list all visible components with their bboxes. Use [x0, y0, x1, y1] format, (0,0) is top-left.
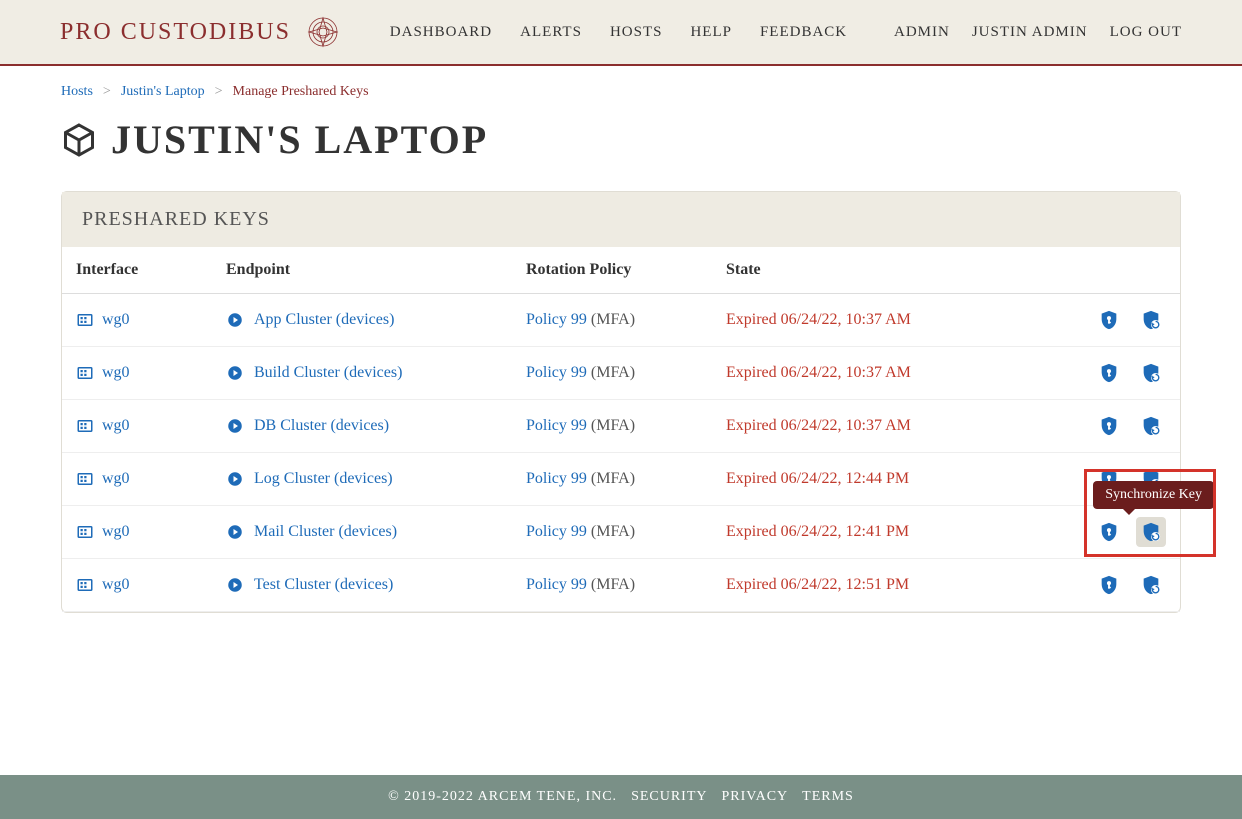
endpoint-link[interactable]: DB Cluster (devices) [254, 417, 389, 435]
endpoint-icon [226, 364, 244, 382]
endpoint-link[interactable]: App Cluster (devices) [254, 311, 394, 329]
policy-link[interactable]: Policy 99 [526, 470, 587, 487]
endpoint-link[interactable]: Build Cluster (devices) [254, 364, 402, 382]
interface-link[interactable]: wg0 [102, 311, 130, 329]
interface-link[interactable]: wg0 [102, 364, 130, 382]
header-bar: PRO CUSTODIBUS DASHBOARD ALERTS HOSTS HE… [0, 0, 1242, 66]
policy-suffix: (MFA) [591, 470, 635, 487]
interface-icon [76, 523, 94, 541]
interface-link[interactable]: wg0 [102, 523, 130, 541]
state-text: Expired 06/24/22, 10:37 AM [726, 364, 911, 381]
table-row: wg0 DB Cluster (devices) Policy 99 (MFA) Ex… [62, 400, 1180, 453]
rotate-key-button[interactable] [1094, 358, 1124, 388]
rotate-key-button[interactable] [1094, 411, 1124, 441]
footer: © 2019-2022 ARCEM TENE, INC. SECURITY PR… [0, 775, 1242, 819]
breadcrumb: Hosts > Justin's Laptop > Manage Preshar… [61, 84, 1181, 100]
state-text: Expired 06/24/22, 12:44 PM [726, 470, 909, 487]
cube-icon [61, 122, 97, 158]
nav-help[interactable]: HELP [690, 24, 732, 41]
state-text: Expired 06/24/22, 12:51 PM [726, 576, 909, 593]
endpoint-icon [226, 576, 244, 594]
endpoint-icon [226, 470, 244, 488]
table-row: wg0 App Cluster (devices) Policy 99 (MFA) E… [62, 294, 1180, 347]
row-actions [1094, 570, 1166, 600]
nav-dashboard[interactable]: DASHBOARD [390, 24, 492, 41]
col-policy: Rotation Policy [512, 247, 712, 294]
nav-logout[interactable]: LOG OUT [1110, 24, 1182, 41]
keys-table: Interface Endpoint Rotation Policy State… [62, 247, 1180, 612]
synchronize-key-button[interactable] [1136, 358, 1166, 388]
row-actions: Synchronize Key [1094, 517, 1166, 547]
nav-user[interactable]: JUSTIN ADMIN [972, 24, 1088, 41]
page-title-text: JUSTIN'S LAPTOP [111, 116, 488, 163]
rotate-key-button[interactable] [1094, 517, 1124, 547]
col-state: State [712, 247, 1080, 294]
brand-text: PRO CUSTODIBUS [60, 19, 291, 46]
user-nav: ADMIN JUSTIN ADMIN LOG OUT [894, 24, 1182, 41]
row-actions [1094, 305, 1166, 335]
policy-link[interactable]: Policy 99 [526, 311, 587, 328]
breadcrumb-sep: > [215, 84, 223, 100]
interface-icon [76, 470, 94, 488]
table-row: wg0 Build Cluster (devices) Policy 99 (MFA… [62, 347, 1180, 400]
nav-feedback[interactable]: FEEDBACK [760, 24, 847, 41]
nav-alerts[interactable]: ALERTS [520, 24, 582, 41]
col-interface: Interface [62, 247, 212, 294]
footer-terms[interactable]: TERMS [802, 789, 854, 805]
endpoint-link[interactable]: Log Cluster (devices) [254, 470, 393, 488]
breadcrumb-current: Manage Preshared Keys [233, 84, 369, 100]
interface-icon [76, 364, 94, 382]
interface-link[interactable]: wg0 [102, 470, 130, 488]
footer-security[interactable]: SECURITY [631, 789, 707, 805]
synchronize-key-button[interactable] [1136, 305, 1166, 335]
rotate-key-button[interactable] [1094, 570, 1124, 600]
table-row: wg0 Log Cluster (devices) Policy 99 (MFA) E… [62, 453, 1180, 506]
nav-hosts[interactable]: HOSTS [610, 24, 663, 41]
policy-suffix: (MFA) [591, 417, 635, 434]
tooltip-synchronize-key: Synchronize Key [1093, 481, 1214, 509]
endpoint-icon [226, 523, 244, 541]
policy-suffix: (MFA) [591, 311, 635, 328]
state-text: Expired 06/24/22, 10:37 AM [726, 417, 911, 434]
interface-icon [76, 311, 94, 329]
interface-link[interactable]: wg0 [102, 417, 130, 435]
state-text: Expired 06/24/22, 10:37 AM [726, 311, 911, 328]
policy-link[interactable]: Policy 99 [526, 523, 587, 540]
preshared-keys-panel: PRESHARED KEYS Interface Endpoint Rotati… [61, 191, 1181, 613]
interface-icon [76, 576, 94, 594]
footer-privacy[interactable]: PRIVACY [722, 789, 789, 805]
synchronize-key-button[interactable] [1136, 411, 1166, 441]
synchronize-key-button[interactable] [1136, 517, 1166, 547]
interface-link[interactable]: wg0 [102, 576, 130, 594]
rotate-key-button[interactable] [1094, 305, 1124, 335]
col-endpoint: Endpoint [212, 247, 512, 294]
table-row: wg0 Test Cluster (devices) Policy 99 (MFA)… [62, 559, 1180, 612]
synchronize-key-button[interactable] [1136, 570, 1166, 600]
breadcrumb-hosts[interactable]: Hosts [61, 84, 93, 100]
brand[interactable]: PRO CUSTODIBUS [60, 12, 343, 52]
brand-icon [303, 12, 343, 52]
breadcrumb-laptop[interactable]: Justin's Laptop [121, 84, 205, 100]
policy-suffix: (MFA) [591, 523, 635, 540]
nav-admin[interactable]: ADMIN [894, 24, 950, 41]
interface-icon [76, 417, 94, 435]
panel-title: PRESHARED KEYS [62, 192, 1180, 247]
policy-link[interactable]: Policy 99 [526, 576, 587, 593]
main-nav: DASHBOARD ALERTS HOSTS HELP FEEDBACK [390, 24, 847, 41]
endpoint-link[interactable]: Test Cluster (devices) [254, 576, 393, 594]
page-title: JUSTIN'S LAPTOP [61, 116, 1181, 163]
policy-link[interactable]: Policy 99 [526, 417, 587, 434]
endpoint-link[interactable]: Mail Cluster (devices) [254, 523, 397, 541]
endpoint-icon [226, 311, 244, 329]
footer-copyright: © 2019-2022 ARCEM TENE, INC. [388, 789, 617, 805]
state-text: Expired 06/24/22, 12:41 PM [726, 523, 909, 540]
row-actions [1094, 358, 1166, 388]
policy-suffix: (MFA) [591, 364, 635, 381]
table-row: wg0 Mail Cluster (devices) Policy 99 (MFA)… [62, 506, 1180, 559]
breadcrumb-sep: > [103, 84, 111, 100]
policy-link[interactable]: Policy 99 [526, 364, 587, 381]
endpoint-icon [226, 417, 244, 435]
row-actions [1094, 411, 1166, 441]
policy-suffix: (MFA) [591, 576, 635, 593]
